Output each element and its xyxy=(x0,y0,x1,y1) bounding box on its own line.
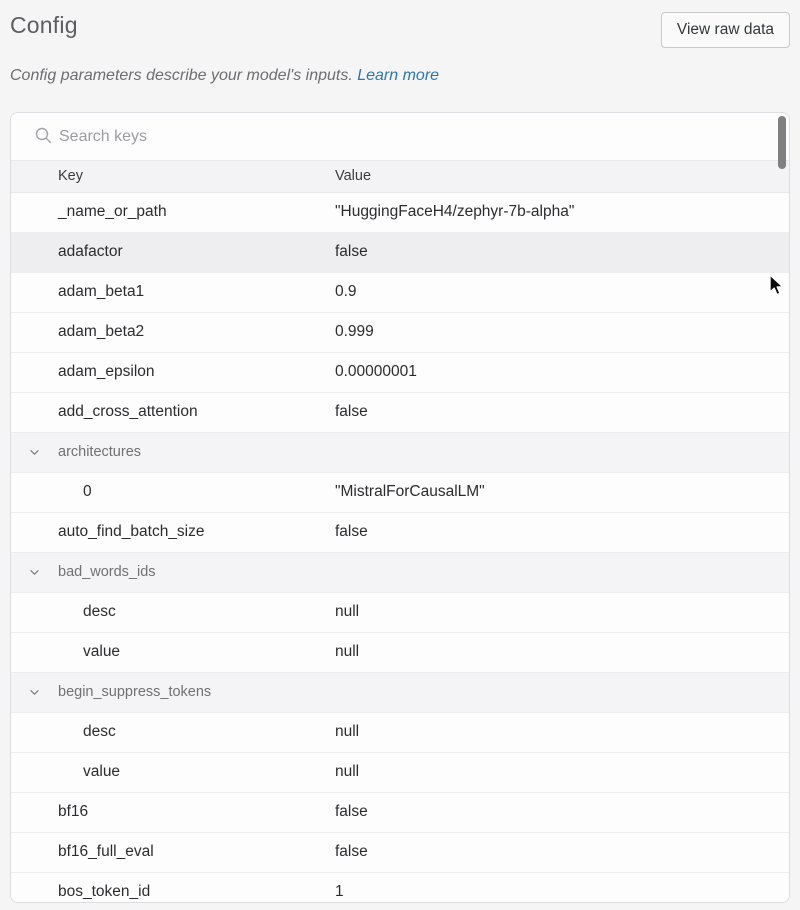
row-value: false xyxy=(335,523,368,541)
table-row: adam_beta1 0.9 xyxy=(11,273,789,313)
table-row: value null xyxy=(11,753,789,793)
row-key: adam_beta1 xyxy=(58,283,144,301)
row-key: adafactor xyxy=(58,243,123,261)
row-value: 0.9 xyxy=(335,283,357,301)
row-value: 1 xyxy=(335,883,344,901)
row-value: false xyxy=(335,403,368,421)
search-icon xyxy=(35,127,52,144)
row-value: null xyxy=(335,603,359,621)
table-row: bf16 false xyxy=(11,793,789,833)
table-row: add_cross_attention false xyxy=(11,393,789,433)
row-value: "MistralForCausalLM" xyxy=(335,483,485,501)
table-row: bos_token_id 1 xyxy=(11,873,789,903)
top-bar: Config View raw data xyxy=(10,12,790,52)
chevron-down-icon[interactable] xyxy=(28,686,41,699)
chevron-down-icon[interactable] xyxy=(28,566,41,579)
row-key: desc xyxy=(83,603,116,621)
row-value: null xyxy=(335,643,359,661)
row-value: false xyxy=(335,843,368,861)
row-value: null xyxy=(335,723,359,741)
learn-more-link[interactable]: Learn more xyxy=(357,67,439,84)
row-key: begin_suppress_tokens xyxy=(58,684,211,700)
table-row: auto_find_batch_size false xyxy=(11,513,789,553)
table-row: bf16_full_eval false xyxy=(11,833,789,873)
row-key: architectures xyxy=(58,444,141,460)
table-row: adafactor false xyxy=(11,233,789,273)
table-row: desc null xyxy=(11,593,789,633)
row-key: value xyxy=(83,643,120,661)
subtitle-text: Config parameters describe your model's … xyxy=(10,67,353,84)
column-header-key: Key xyxy=(58,168,83,184)
row-value: null xyxy=(335,763,359,781)
table-row: adam_epsilon 0.00000001 xyxy=(11,353,789,393)
chevron-down-icon[interactable] xyxy=(28,446,41,459)
table-row: adam_beta2 0.999 xyxy=(11,313,789,353)
row-key: auto_find_batch_size xyxy=(58,523,205,541)
config-table-panel: Key Value _name_or_path "HuggingFaceH4/z… xyxy=(10,112,790,903)
row-key: bf16_full_eval xyxy=(58,843,154,861)
row-key: bf16 xyxy=(58,803,88,821)
row-key: bos_token_id xyxy=(58,883,150,901)
table-row: 0 "MistralForCausalLM" xyxy=(11,473,789,513)
search-keys-input[interactable] xyxy=(59,113,659,160)
row-key: _name_or_path xyxy=(58,203,167,221)
group-row[interactable]: bad_words_ids xyxy=(11,553,789,593)
table-row: desc null xyxy=(11,713,789,753)
row-key: adam_beta2 xyxy=(58,323,144,341)
scrollbar-thumb[interactable] xyxy=(778,116,786,169)
table-header: Key Value xyxy=(11,160,789,193)
row-value: 0.999 xyxy=(335,323,374,341)
row-key: value xyxy=(83,763,120,781)
group-row[interactable]: begin_suppress_tokens xyxy=(11,673,789,713)
group-row[interactable]: architectures xyxy=(11,433,789,473)
row-value: false xyxy=(335,803,368,821)
search-bar xyxy=(11,113,789,160)
table-body: _name_or_path "HuggingFaceH4/zephyr-7b-a… xyxy=(11,193,789,903)
row-key: desc xyxy=(83,723,116,741)
row-key: add_cross_attention xyxy=(58,403,198,421)
view-raw-data-button[interactable]: View raw data xyxy=(661,12,790,48)
row-key: bad_words_ids xyxy=(58,564,156,580)
table-row: value null xyxy=(11,633,789,673)
row-value: "HuggingFaceH4/zephyr-7b-alpha" xyxy=(335,203,574,221)
column-header-value: Value xyxy=(335,168,371,184)
row-value: 0.00000001 xyxy=(335,363,417,381)
table-row: _name_or_path "HuggingFaceH4/zephyr-7b-a… xyxy=(11,193,789,233)
row-value: false xyxy=(335,243,368,261)
row-key: 0 xyxy=(83,483,92,501)
row-key: adam_epsilon xyxy=(58,363,155,381)
subtitle: Config parameters describe your model's … xyxy=(10,67,439,85)
